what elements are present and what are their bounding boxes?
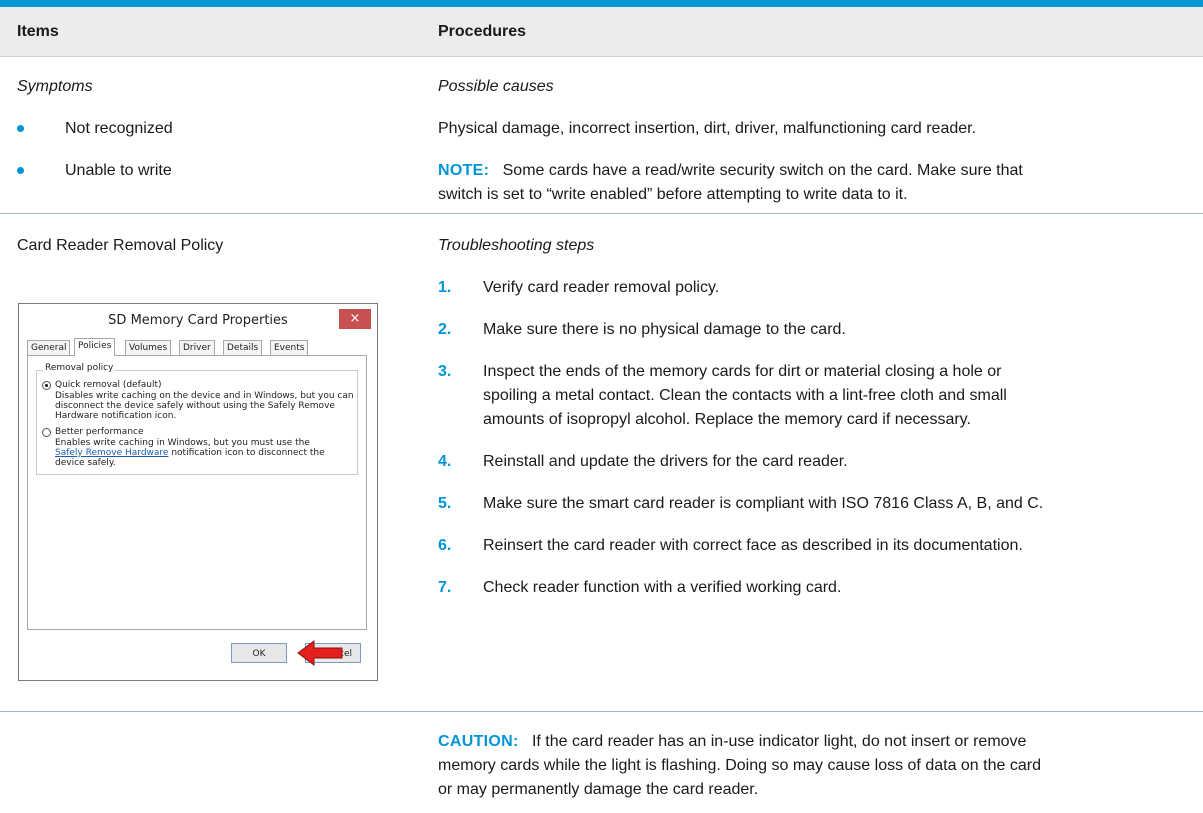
step-text: Verify card reader removal policy. xyxy=(483,279,720,296)
better-performance-desc-part: notification icon to disconnect the xyxy=(171,448,325,458)
note-label: NOTE: xyxy=(438,162,490,179)
caution-line: memory cards while the light is flashing… xyxy=(438,757,1041,774)
caution-line: or may permanently damage the card reade… xyxy=(438,781,759,798)
step-text: Inspect the ends of the memory cards for… xyxy=(483,363,1002,380)
top-accent-bar xyxy=(0,0,1203,7)
safely-remove-hardware-link[interactable]: Safely Remove Hardware xyxy=(55,448,168,458)
step-number: 6. xyxy=(438,537,452,554)
close-icon[interactable]: × xyxy=(339,309,371,329)
note-line: switch is set to “write enabled” before … xyxy=(438,186,908,203)
quick-removal-desc: disconnect the device safely without usi… xyxy=(55,401,335,411)
removal-policy-heading: Card Reader Removal Policy xyxy=(17,237,224,254)
symptom-item: Not recognized xyxy=(65,120,173,137)
step-number: 3. xyxy=(438,363,452,380)
removal-policy-title: Removal policy xyxy=(43,363,116,373)
step-text: Reinstall and update the drivers for the… xyxy=(483,453,848,470)
step-number: 7. xyxy=(438,579,452,596)
step-number: 5. xyxy=(438,495,452,512)
quick-removal-radio[interactable] xyxy=(42,381,51,390)
tab-details[interactable]: Details xyxy=(223,340,263,356)
quick-removal-desc: Hardware notification icon. xyxy=(55,411,177,421)
better-performance-desc: Enables write caching in Windows, but yo… xyxy=(55,438,310,448)
policies-panel: Removal policy Quick removal (default) D… xyxy=(27,355,367,630)
step-text: Reinsert the card reader with correct fa… xyxy=(483,537,1023,554)
step-text: Make sure there is no physical damage to… xyxy=(483,321,846,338)
row-divider xyxy=(0,213,1203,214)
step-text: spoiling a metal contact. Clean the cont… xyxy=(483,387,1007,404)
dialog-title: SD Memory Card Properties xyxy=(108,313,288,328)
tab-policies[interactable]: Policies xyxy=(74,338,116,356)
quick-removal-desc: Disables write caching on the device and… xyxy=(55,391,354,401)
note-block: NOTE: Some cards have a read/write secur… xyxy=(438,159,1198,207)
symptom-item: Unable to write xyxy=(65,162,172,179)
better-performance-label[interactable]: Better performance xyxy=(55,427,144,437)
causes-heading: Possible causes xyxy=(438,78,554,95)
tab-volumes[interactable]: Volumes xyxy=(125,340,172,356)
ok-button[interactable]: OK xyxy=(231,643,287,663)
symptoms-heading: Symptoms xyxy=(17,78,93,95)
red-arrow-icon xyxy=(297,640,343,666)
tab-general[interactable]: General xyxy=(27,340,71,356)
tab-events[interactable]: Events xyxy=(270,340,309,356)
removal-policy-group: Removal policy Quick removal (default) D… xyxy=(36,363,358,475)
better-performance-radio[interactable] xyxy=(42,428,51,437)
caution-label: CAUTION: xyxy=(438,733,519,750)
step-number: 1. xyxy=(438,279,452,296)
tab-driver[interactable]: Driver xyxy=(179,340,215,356)
step-text: Make sure the smart card reader is compl… xyxy=(483,495,1044,512)
troubleshooting-heading: Troubleshooting steps xyxy=(438,237,595,254)
better-performance-desc: Safely Remove Hardware notification icon… xyxy=(55,448,325,458)
caution-block: CAUTION: If the card reader has an in-us… xyxy=(438,730,1198,802)
caution-line: If the card reader has an in-use indicat… xyxy=(531,733,1027,750)
step-text: Check reader function with a verified wo… xyxy=(483,579,842,596)
header-procedures: Procedures xyxy=(438,23,527,40)
step-text: amounts of isopropyl alcohol. Replace th… xyxy=(483,411,971,428)
sd-card-properties-dialog: SD Memory Card Properties × General Poli… xyxy=(18,303,378,681)
row-divider xyxy=(0,711,1203,712)
bullet-icon xyxy=(17,167,24,174)
note-line: Some cards have a read/write security sw… xyxy=(502,162,1023,179)
header-items: Items xyxy=(17,23,59,40)
quick-removal-label[interactable]: Quick removal (default) xyxy=(55,380,162,390)
bullet-icon xyxy=(17,125,24,132)
causes-text: Physical damage, incorrect insertion, di… xyxy=(438,120,977,137)
better-performance-desc: device safely. xyxy=(55,458,116,468)
step-number: 4. xyxy=(438,453,452,470)
table-header: Items Procedures xyxy=(0,7,1203,57)
step-number: 2. xyxy=(438,321,452,338)
